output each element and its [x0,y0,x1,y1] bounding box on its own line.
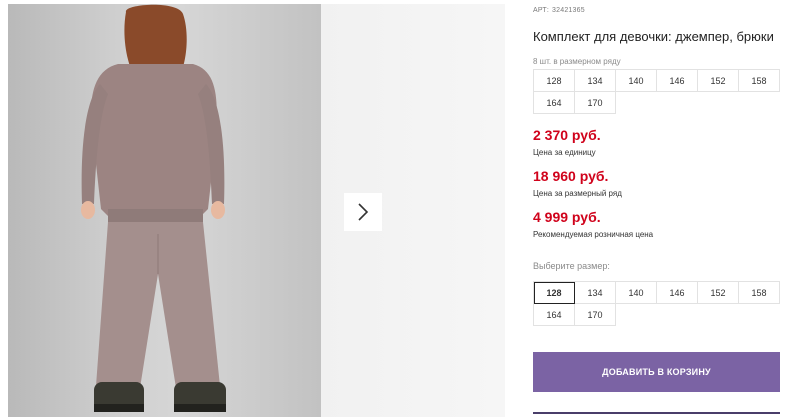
size-range-cell: 140 [615,69,657,92]
size-range-cell: 152 [697,69,739,92]
size-option[interactable]: 134 [574,281,616,304]
size-range-cell: 158 [738,69,780,92]
article: АРТ: 32421365 [533,7,585,14]
empty-cell [616,92,657,114]
empty-cell [616,304,657,326]
empty-cell [739,92,780,114]
size-option-selected[interactable]: 128 [533,281,575,304]
product-title: Комплект для девочки: джемпер, брюки [533,29,774,44]
secondary-button-edge [533,412,780,414]
size-option[interactable]: 146 [656,281,698,304]
size-selector-label: Выберите размер: [533,261,610,271]
product-gallery [0,0,505,417]
empty-cell [657,92,698,114]
empty-cell [698,304,739,326]
size-option[interactable]: 140 [615,281,657,304]
size-range-cell: 146 [656,69,698,92]
size-option[interactable]: 152 [697,281,739,304]
add-to-cart-button[interactable]: ДОБАВИТЬ В КОРЗИНУ [533,352,780,392]
range-price-label: Цена за размерный ряд [533,189,622,198]
article-label: АРТ: [533,7,550,14]
range-price: 18 960 руб. [533,168,609,184]
size-range-cell: 164 [533,91,575,114]
size-option[interactable]: 158 [738,281,780,304]
size-range-table: 128 134 140 146 152 158 164 170 [533,69,780,114]
article-number: 32421365 [552,7,585,14]
retail-price: 4 999 руб. [533,209,601,225]
empty-cell [739,304,780,326]
product-photo [8,4,321,417]
unit-price: 2 370 руб. [533,127,601,143]
size-option[interactable]: 170 [574,303,616,326]
size-range-cell: 134 [574,69,616,92]
chevron-right-icon [358,203,369,221]
sizes-note: 8 шт. в размерном ряду [533,57,621,66]
retail-price-label: Рекомендуемая розничная цена [533,230,654,239]
gallery-next-button[interactable] [344,193,382,231]
empty-cell [657,304,698,326]
size-range-cell: 170 [574,91,616,114]
size-range-cell: 128 [533,69,575,92]
empty-cell [698,92,739,114]
unit-price-label: Цена за единицу [533,148,596,157]
size-selector: 128 134 140 146 152 158 164 170 [533,281,780,326]
size-option[interactable]: 164 [533,303,575,326]
